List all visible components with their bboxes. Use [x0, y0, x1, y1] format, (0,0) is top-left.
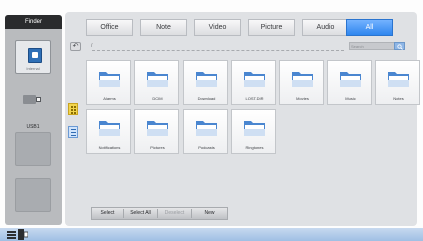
- folder-alarms[interactable]: Alarms: [86, 60, 131, 105]
- folder-icon: [340, 72, 361, 87]
- select-button[interactable]: Select: [92, 208, 123, 219]
- drive-usb1-label: USB1: [26, 124, 40, 130]
- drive-slot-empty: [15, 178, 51, 212]
- tab-all[interactable]: All: [346, 19, 393, 36]
- system-status-bar: [0, 228, 423, 241]
- app-window-icon[interactable]: [18, 229, 28, 240]
- folder-icon: [244, 121, 265, 136]
- current-path: /: [91, 43, 93, 49]
- tab-audio[interactable]: Audio: [302, 19, 349, 36]
- back-button[interactable]: ↶: [70, 42, 81, 51]
- sidebar-title: Finder: [5, 15, 62, 29]
- menu-icon[interactable]: [7, 230, 16, 239]
- folder-lost-dir[interactable]: LOST.DIR: [231, 60, 276, 105]
- folder-label: Movies: [296, 96, 309, 101]
- folder-icon: [244, 72, 265, 87]
- folder-icon: [196, 121, 217, 136]
- folder-label: Music: [345, 96, 356, 101]
- folder-download[interactable]: Download: [183, 60, 228, 105]
- list-view-icon[interactable]: [68, 126, 78, 138]
- folder-icon: [99, 72, 120, 87]
- folder-label: DCIM: [152, 96, 163, 101]
- folder-dcim[interactable]: DCIM: [134, 60, 179, 105]
- file-browser-panel: Office Note Video Picture Audio All ↶ /: [65, 12, 420, 226]
- tab-picture[interactable]: Picture: [248, 19, 295, 36]
- search-input[interactable]: [351, 43, 391, 49]
- back-arrow-icon: ↶: [72, 43, 79, 50]
- folder-label: Ringtones: [245, 145, 264, 150]
- folder-label: Alarms: [103, 96, 116, 101]
- folder-ringtones[interactable]: Ringtones: [231, 109, 276, 154]
- grid-view-icon[interactable]: [68, 103, 78, 115]
- drive-slot-empty: [15, 132, 51, 166]
- tab-note[interactable]: Note: [140, 19, 187, 36]
- search-button[interactable]: [394, 42, 405, 50]
- drive-usb1[interactable]: [15, 85, 51, 108]
- folder-icon: [147, 121, 168, 136]
- new-button[interactable]: New: [192, 208, 227, 219]
- folder-pictures[interactable]: Pictures: [134, 109, 179, 154]
- folder-label: LOST.DIR: [245, 96, 264, 101]
- tab-office[interactable]: Office: [86, 19, 133, 36]
- deselect-button[interactable]: Deselect: [158, 208, 191, 219]
- drive-internal-label: Internal: [26, 66, 40, 71]
- folder-icon: [292, 72, 313, 87]
- folder-notifications[interactable]: Notifications: [86, 109, 131, 154]
- select-all-button[interactable]: Select All: [124, 208, 157, 219]
- folder-label: Pictures: [150, 145, 165, 150]
- drive-internal[interactable]: Internal: [15, 40, 51, 74]
- folder-movies[interactable]: Movies: [279, 60, 324, 105]
- bottom-toolbar: Select Select All Deselect New: [91, 207, 228, 220]
- sidebar: Finder Internal USB1: [5, 15, 62, 225]
- folder-music[interactable]: Music: [327, 60, 372, 105]
- folder-label: Notifications: [98, 145, 121, 150]
- usb-drive-icon: [23, 95, 43, 104]
- search-box: [349, 42, 405, 50]
- path-divider: [92, 50, 344, 51]
- folder-label: Podcasts: [198, 145, 215, 150]
- tab-video[interactable]: Video: [194, 19, 241, 36]
- folder-notes[interactable]: Notes: [375, 60, 420, 105]
- folder-icon: [388, 72, 409, 87]
- folder-label: Download: [197, 96, 216, 101]
- folder-icon: [147, 72, 168, 87]
- folder-icon: [196, 72, 217, 87]
- internal-storage-icon: [28, 48, 42, 63]
- search-icon: [397, 44, 403, 50]
- screen: Finder Internal USB1 Office Note Video P…: [0, 0, 423, 241]
- folder-label: Notes: [393, 96, 404, 101]
- folder-podcasts[interactable]: Podcasts: [183, 109, 228, 154]
- folder-icon: [99, 121, 120, 136]
